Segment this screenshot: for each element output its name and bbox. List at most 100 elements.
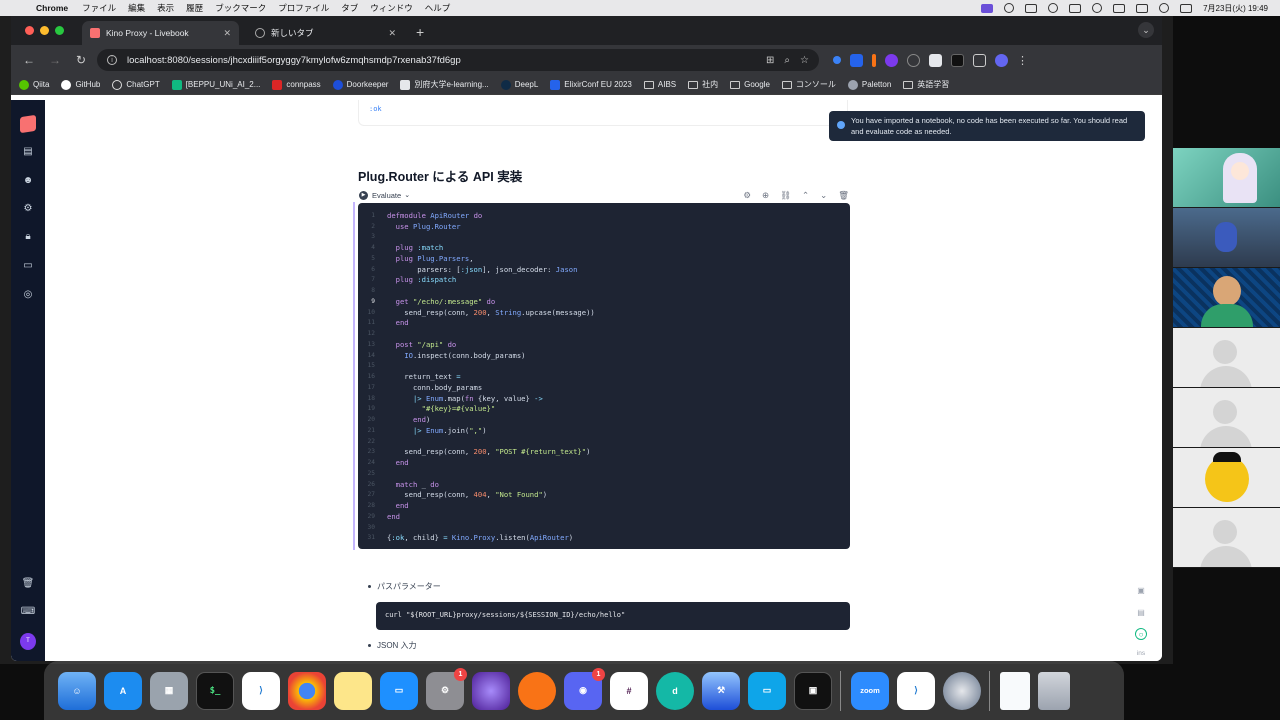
extension-icon[interactable] (850, 53, 863, 67)
code-line[interactable]: 23 send_resp(conn, 200, "POST #{return_t… (358, 447, 850, 458)
bookmark-chatgpt[interactable]: ChatGPT (112, 79, 160, 90)
record-icon[interactable] (1004, 3, 1015, 13)
xcode-icon[interactable]: ⚒ (702, 671, 740, 710)
delete-icon[interactable]: 🗑︎ (838, 190, 849, 201)
code-line[interactable]: 31 {:ok, child} = Kino.Proxy.listen(ApiRo… (358, 533, 850, 544)
back-icon[interactable]: ← (19, 53, 39, 67)
files-icon[interactable]: ▭ (20, 257, 36, 273)
menu-help[interactable]: ヘルプ (425, 2, 451, 14)
user-avatar[interactable]: T (20, 632, 36, 650)
menubar-datetime[interactable]: 7月23日(火) 19:49 (1203, 3, 1268, 14)
slack-icon[interactable]: # (610, 671, 648, 710)
user-icon[interactable] (1025, 3, 1038, 13)
bookmark-qiita[interactable]: Qiita (19, 79, 49, 90)
play-icon[interactable]: ▶ (359, 190, 368, 200)
kotlin-icon[interactable] (518, 671, 556, 710)
import-notice-toast[interactable]: You have imported a notebook, no code ha… (829, 111, 1145, 141)
code-line[interactable]: 7 plug :dispatch (358, 275, 850, 286)
battery-icon[interactable] (1136, 3, 1149, 13)
wifi-icon[interactable] (1113, 3, 1126, 13)
code-line[interactable]: 6 parsers: [:json], json_decoder: Jason (358, 264, 850, 275)
discord-icon[interactable]: ◉ 1 (564, 667, 605, 710)
bookmark-github[interactable]: GitHub (61, 79, 100, 90)
participant-video-mascot[interactable] (1173, 448, 1280, 508)
clipboard-icon[interactable]: ▣ (1135, 584, 1147, 596)
bookmark-folder-english[interactable]: 英語学習 (903, 79, 949, 90)
outline-icon[interactable]: ▤ (20, 143, 36, 159)
code-line[interactable]: 8 (358, 285, 850, 296)
curl-code-block[interactable]: curl "${ROOT_URL}proxy/sessions/${SESSIO… (376, 602, 850, 630)
code-line[interactable]: 28 end (358, 500, 850, 511)
extension-icon[interactable] (885, 53, 898, 67)
menu-bookmarks[interactable]: ブックマーク (215, 2, 266, 14)
screen-recorder-icon[interactable]: ▣ (794, 671, 832, 710)
bookmark-doorkeeper[interactable]: Doorkeeper (332, 79, 388, 90)
runtime-icon[interactable]: ⚙ (20, 200, 36, 216)
code-line[interactable]: 4 plug :match (358, 242, 850, 253)
code-line[interactable]: 21 |> Enum.join(",") (358, 425, 850, 436)
sync-icon[interactable] (1048, 3, 1059, 13)
bookmark-folder-aibs[interactable]: AIBS (643, 80, 676, 89)
evaluate-button[interactable]: Evaluate (372, 191, 401, 200)
close-window-button[interactable] (25, 26, 34, 35)
move-down-icon[interactable]: ⌄ (820, 190, 827, 201)
zoom-app-icon[interactable]: zoom (851, 671, 889, 710)
keyboard-shortcuts-icon[interactable]: ⌨ (20, 603, 36, 619)
connected-status-icon[interactable]: ○ (1135, 628, 1147, 640)
code-line[interactable]: 26 match _ do (358, 479, 850, 490)
move-up-icon[interactable]: ⌃ (802, 190, 809, 201)
participant-video-avatar-3d[interactable] (1173, 208, 1280, 268)
save-icon[interactable]: ▤ (1135, 606, 1147, 618)
bookmark-elixirconf[interactable]: ElixirConf EU 2023 (550, 79, 632, 90)
bookmark-elearning[interactable]: 別府大学e-learning... (400, 79, 489, 90)
bookmark-connpass[interactable]: connpass (272, 79, 321, 90)
code-line[interactable]: 5 plug Plug.Parsers, (358, 253, 850, 264)
site-info-icon[interactable]: i (107, 55, 117, 65)
menu-view[interactable]: 表示 (157, 2, 174, 14)
code-line[interactable]: 14 IO.inspect(conn.body_params) (358, 350, 850, 361)
code-line[interactable]: 15 (358, 361, 850, 372)
bookmark-beppu-ai[interactable]: [BEPPU_UNi_AI_2... (171, 79, 260, 90)
code-line[interactable]: 11 end (358, 318, 850, 329)
code-line[interactable]: 3 (358, 232, 850, 243)
bookmark-folder-console[interactable]: コンソール (781, 79, 836, 90)
address-bar[interactable]: i localhost:8080/sessions/jhcxdiiif5orgy… (97, 49, 819, 71)
vscode-icon[interactable]: ⟩ (242, 671, 280, 710)
extension-icon[interactable] (929, 53, 942, 67)
bin-icon[interactable]: 🗑︎ (20, 575, 36, 591)
new-tab-button[interactable]: + (416, 24, 424, 45)
finder-icon[interactable]: ☺ (58, 671, 96, 710)
extension-icon[interactable] (833, 56, 841, 64)
bookmark-paletton[interactable]: Paletton (847, 79, 891, 90)
section-heading[interactable]: Plug.Router による API 実装 (358, 166, 522, 185)
chrome-icon[interactable] (288, 671, 326, 710)
code-line[interactable]: 10 send_resp(conn, 200, String.upcase(me… (358, 307, 850, 318)
close-tab-icon[interactable]: ✕ (223, 28, 231, 39)
document-icon[interactable] (1000, 671, 1030, 710)
participant-video-camera[interactable] (1173, 268, 1280, 328)
extension-icon[interactable] (951, 53, 964, 67)
code-editor[interactable]: 1 defmodule ApiRouter do 2 use Plug.Router… (358, 203, 850, 549)
code-line[interactable]: 25 (358, 468, 850, 479)
screen-sharing-icon[interactable]: ▭ (748, 671, 786, 710)
launchpad-icon[interactable]: ▦ (150, 671, 188, 710)
vscode-alt-icon[interactable]: ⟩ (897, 671, 935, 710)
tab-livebook[interactable]: Kino Proxy - Livebook ✕ (82, 21, 239, 45)
code-line[interactable]: 19 "#{key}=#{value}" (358, 404, 850, 415)
menu-edit[interactable]: 編集 (128, 2, 145, 14)
browser-menu-icon[interactable]: ⋮ (1017, 54, 1028, 67)
code-line[interactable]: 29 end (358, 511, 850, 522)
participant-placeholder[interactable] (1173, 388, 1280, 448)
code-line[interactable]: 9 get "/echo/:message" do (358, 296, 850, 307)
trash-icon[interactable] (1038, 671, 1070, 710)
search-icon[interactable] (1159, 3, 1170, 13)
menu-file[interactable]: ファイル (82, 2, 116, 14)
tab-search-icon[interactable]: ⌄ (1138, 22, 1154, 38)
screen-share-icon[interactable] (981, 3, 994, 13)
extension-icon[interactable] (907, 53, 920, 67)
settings-icon[interactable]: ⚙ (743, 190, 751, 201)
code-line[interactable]: 27 send_resp(conn, 404, "Not Found") (358, 490, 850, 501)
menubar-app-name[interactable]: Chrome (36, 3, 68, 13)
participant-placeholder[interactable] (1173, 328, 1280, 388)
code-line[interactable]: 13 post "/api" do (358, 339, 850, 350)
